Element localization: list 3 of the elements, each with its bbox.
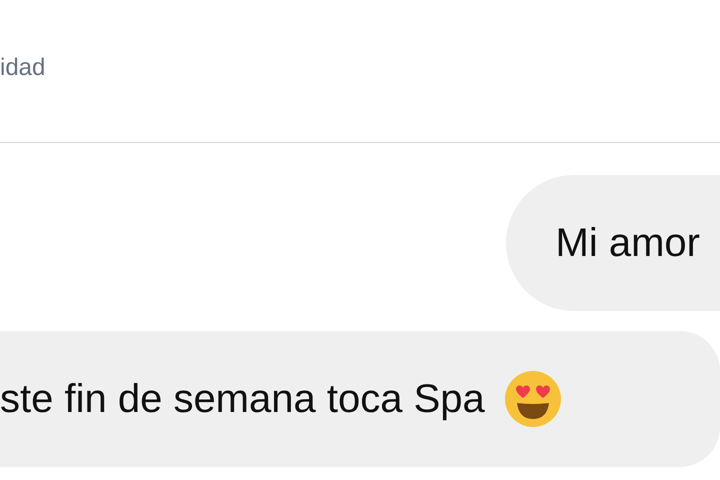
message-text: ste fin de semana toca Spa	[0, 376, 485, 422]
header-subtitle: idad	[0, 54, 46, 82]
message-text: Mi amor	[556, 220, 700, 266]
